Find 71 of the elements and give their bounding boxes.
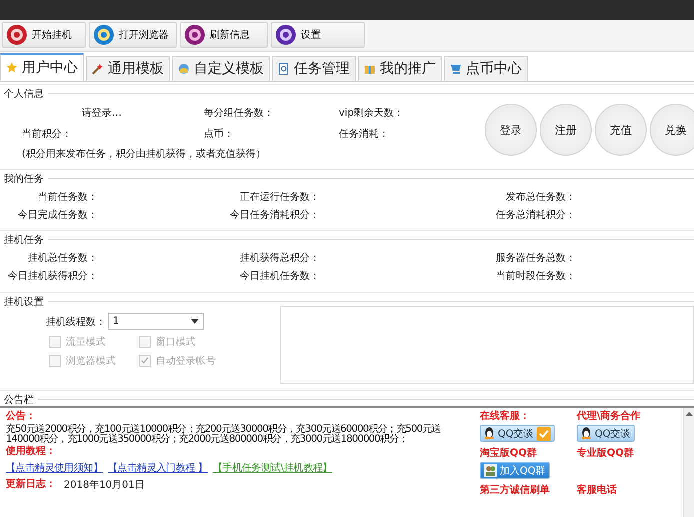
wand-icon [92, 63, 104, 75]
contact-heading: 代理\商务合作 [577, 411, 642, 423]
tutorial-heading: 使用教程： [6, 446, 57, 458]
round-button[interactable]: 充值 [595, 104, 647, 156]
dropdown-caret-icon [191, 319, 199, 324]
note-text: (积分用来发布任务，积分由挂机获得，或者充值获得） [21, 148, 267, 161]
tab[interactable]: 我的推广 [358, 56, 442, 81]
stat-label: 当前任务数： [37, 190, 98, 204]
gift-icon [364, 63, 376, 75]
stat-label: 今日任务消耗积分： [229, 208, 320, 222]
notice-text: 充50元送2000积分，充100元送10000积分；充200元送30000积分，充300元送60000积分；充500元送140000积分，充1000元送350000积分；充2000元送800000积分，充3000元送1800000积分； [6, 425, 442, 445]
star-icon [6, 62, 18, 74]
qq-chat-button[interactable]: QQ交谈 [577, 425, 635, 442]
tab[interactable]: 通用模板 [86, 56, 170, 81]
stat-label: 今日完成任务数： [17, 208, 98, 222]
field-label: 挂机线程数： [46, 316, 106, 328]
toolbar-button[interactable]: 刷新信息 [180, 22, 268, 48]
section-title: 公告栏 [4, 394, 34, 406]
toolbar-button[interactable]: 开始挂机 [2, 22, 86, 48]
round-button[interactable]: 兑换 [650, 104, 694, 156]
field-label: 当前积分： [22, 128, 73, 141]
section-title: 我的任务 [4, 172, 44, 186]
field-label: 任务消耗： [339, 128, 390, 141]
contact-heading: 客服电话 [577, 485, 618, 497]
field-label: 请登录… [81, 106, 123, 120]
contact-heading: 第三方诚信刷单 [480, 485, 551, 497]
contact-heading: 在线客服： [480, 411, 531, 423]
penguin-icon [484, 427, 495, 440]
tutorial-link[interactable]: 【点击精灵入门教程 】 [108, 461, 208, 475]
round-button[interactable]: 注册 [540, 104, 592, 156]
changelog-heading: 更新日志： [6, 479, 56, 491]
round-button[interactable]: 登录 [485, 104, 537, 156]
stat-label: 今日挂机获得积分： [7, 270, 98, 283]
checkbox-label: 窗口模式 [156, 336, 196, 349]
document-icon [278, 63, 290, 75]
section-title: 挂机任务 [4, 234, 44, 246]
scroll-up-arrow-icon [686, 412, 692, 416]
checkbox-label: 流量模式 [66, 336, 106, 349]
section-title: 个人信息 [4, 88, 44, 100]
penguin-icon [581, 427, 592, 440]
stat-label: 发布总任务数： [505, 190, 576, 204]
checkbox-label: 自动登录帐号 [156, 354, 216, 368]
tab[interactable]: 点币中心 [444, 56, 528, 81]
toolbar-button[interactable]: 打开浏览器 [89, 22, 177, 48]
tab[interactable]: 自定义模板 [172, 56, 270, 81]
changelog-date: 2018年10月01日 [64, 479, 145, 492]
tab[interactable]: 用户中心 [0, 53, 84, 81]
thread-dropdown[interactable]: 1 [108, 313, 204, 330]
stat-label: 挂机获得总积分： [239, 252, 320, 265]
tab[interactable]: 任务管理 [272, 56, 356, 81]
notice-heading: 公告： [6, 411, 37, 423]
stat-label: 挂机总任务数： [27, 252, 98, 265]
field-label: vip剩余天数： [339, 107, 406, 120]
qq-chat-button[interactable]: QQ交谈 [480, 425, 555, 442]
checkbox-label: 浏览器模式 [66, 354, 116, 368]
stat-label: 服务器任务总数： [495, 252, 576, 265]
stat-label: 今日挂机任务数： [239, 270, 320, 283]
checkmark-icon [536, 426, 551, 440]
stat-label: 任务总消耗积分： [495, 208, 576, 222]
tutorial-link[interactable]: 【点击精灵使用须知】 [6, 461, 104, 475]
toolbar-button[interactable]: 设置 [271, 22, 365, 48]
field-label: 每分组任务数： [204, 107, 275, 120]
section-title: 挂机设置 [4, 296, 44, 308]
people-icon [484, 464, 497, 477]
stat-label: 正在运行任务数： [239, 190, 320, 204]
stat-label: 当前时段任务数： [495, 270, 576, 283]
scrollbar[interactable] [683, 408, 694, 517]
contact-heading: 淘宝版QQ群 [480, 448, 538, 460]
contact-heading: 专业版QQ群 [577, 448, 636, 460]
tutorial-link[interactable]: 【手机任务测试\挂机教程】 [212, 461, 332, 475]
field-label: 点币： [204, 128, 235, 141]
